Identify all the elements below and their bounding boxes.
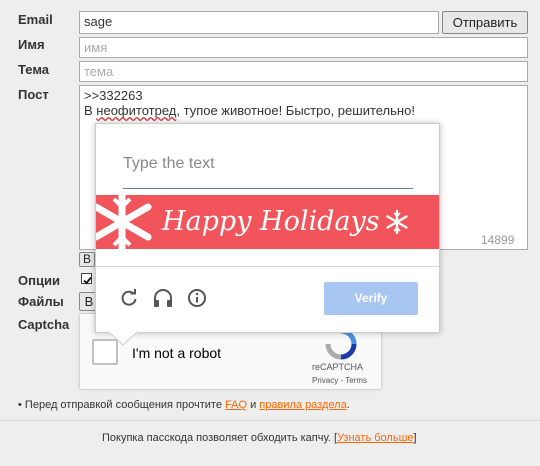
post-line-quote: >>332263 bbox=[84, 88, 143, 103]
captcha-image-text: Happy Holidays bbox=[162, 206, 380, 237]
name-field[interactable]: имя bbox=[79, 37, 528, 58]
email-field[interactable]: sage bbox=[79, 11, 439, 34]
subject-label: Тема bbox=[18, 62, 50, 77]
options-label: Опции bbox=[18, 273, 60, 288]
recaptcha-brand: reCAPTCHA bbox=[312, 362, 364, 372]
captcha-label: Captcha bbox=[18, 317, 70, 332]
small-snowflake-icon bbox=[386, 209, 408, 235]
checkmark-icon bbox=[83, 276, 92, 285]
info-icon[interactable] bbox=[187, 288, 207, 308]
post-label: Пост bbox=[18, 87, 49, 102]
learn-more-link[interactable]: Узнать больше bbox=[337, 432, 413, 444]
post-line-text: В неофитотред, тупое животное! Быстро, р… bbox=[84, 103, 415, 118]
verify-button[interactable]: Verify bbox=[324, 282, 418, 315]
files-label: Файлы bbox=[18, 294, 64, 309]
misspelled-word: неофитотред bbox=[96, 103, 177, 118]
name-label: Имя bbox=[18, 37, 45, 52]
bullet: • bbox=[18, 399, 22, 411]
faq-link[interactable]: FAQ bbox=[225, 399, 247, 411]
passcode-notice: Покупка пасскода позволяет обходить капч… bbox=[102, 432, 417, 444]
privacy-link[interactable]: Privacy bbox=[312, 376, 338, 385]
challenge-input[interactable]: Type the text bbox=[123, 146, 413, 189]
challenge-input-placeholder: Type the text bbox=[123, 155, 215, 172]
email-label: Email bbox=[18, 12, 53, 27]
char-counter: 14899 bbox=[481, 233, 515, 247]
audio-challenge-icon[interactable] bbox=[152, 288, 174, 308]
submit-button[interactable]: Отправить bbox=[442, 11, 528, 34]
options-checkbox[interactable] bbox=[81, 273, 92, 285]
board-rules-link[interactable]: правила раздела bbox=[259, 399, 346, 411]
bold-button[interactable]: B bbox=[79, 252, 95, 267]
popup-pointer bbox=[108, 331, 138, 346]
captcha-image: Happy Holidays bbox=[96, 195, 439, 249]
footer-divider bbox=[0, 420, 540, 421]
subject-field[interactable]: тема bbox=[79, 61, 528, 82]
rules-notice: • Перед отправкой сообщения прочтите FAQ… bbox=[18, 399, 350, 411]
recaptcha-links: Privacy - Terms bbox=[312, 376, 367, 385]
challenge-divider bbox=[96, 266, 439, 267]
recaptcha-label: I'm not a robot bbox=[132, 345, 222, 361]
snowflake-icon bbox=[96, 195, 152, 249]
terms-link[interactable]: Terms bbox=[345, 376, 367, 385]
refresh-icon[interactable] bbox=[119, 288, 139, 308]
captcha-challenge-popup: Type the text Happy Holidays Verify bbox=[95, 123, 440, 333]
